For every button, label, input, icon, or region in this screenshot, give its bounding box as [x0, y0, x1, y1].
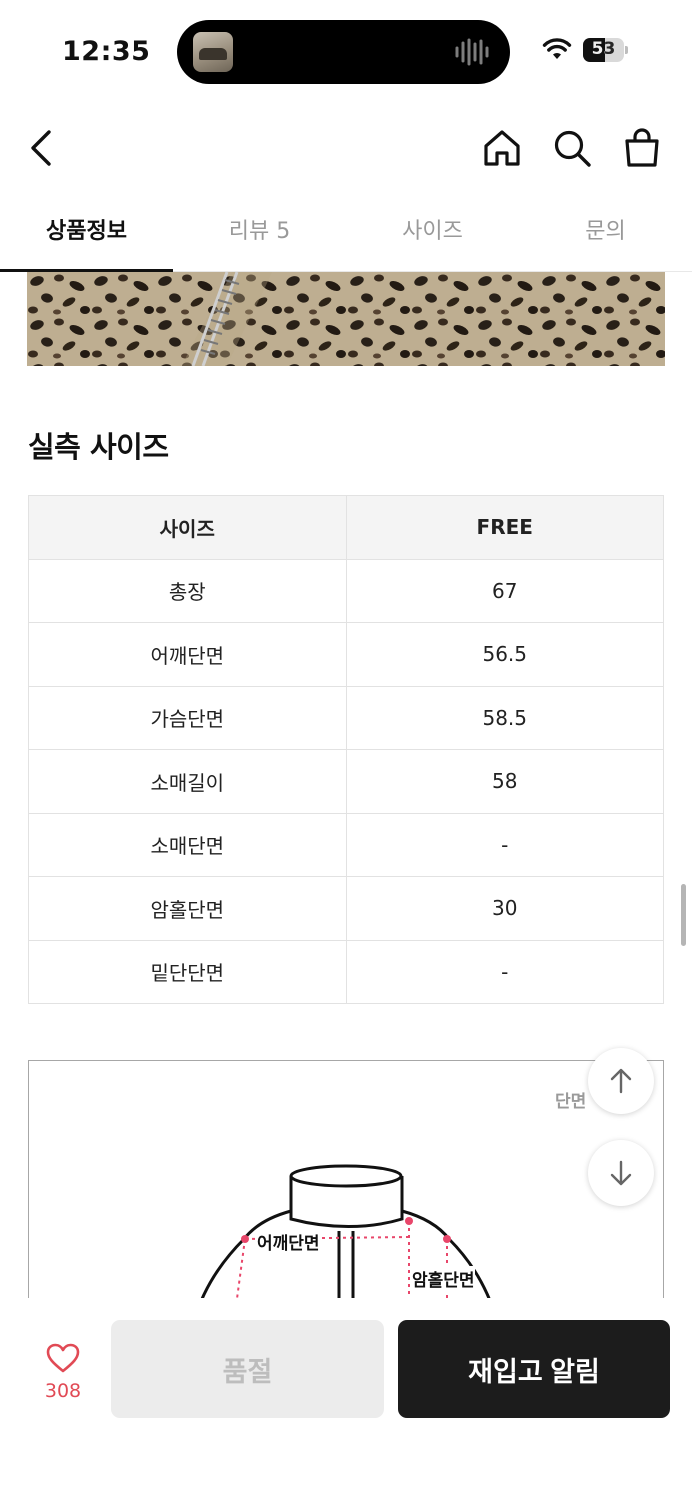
- row-value: 58: [345, 749, 664, 814]
- table-row: 소매단면 -: [28, 812, 664, 877]
- home-icon: [484, 130, 520, 166]
- row-label: 밑단단면: [28, 939, 347, 1004]
- row-label: 총장: [28, 558, 347, 623]
- tab-product-info[interactable]: 상품정보: [0, 198, 173, 272]
- cart-button[interactable]: [618, 124, 666, 172]
- tab-reviews[interactable]: 리뷰 5: [173, 198, 346, 271]
- row-label: 어깨단면: [28, 622, 347, 687]
- like-button[interactable]: 308: [30, 1342, 96, 1408]
- table-row: 총장 67: [28, 558, 664, 623]
- shopping-bag-icon: [625, 128, 659, 167]
- battery-icon: 53: [583, 38, 629, 62]
- scroll-top-button[interactable]: [588, 1048, 654, 1114]
- now-playing-artwork: [193, 32, 233, 72]
- like-count: 308: [44, 1380, 82, 1402]
- search-button[interactable]: [548, 124, 596, 172]
- row-label: 암홀단면: [28, 876, 347, 941]
- search-icon: [554, 130, 591, 167]
- soldout-button[interactable]: 품절: [111, 1320, 384, 1418]
- header-nav: [0, 110, 692, 186]
- product-tabs: 상품정보 리뷰 5 사이즈 문의: [0, 198, 692, 272]
- table-row: 암홀단면 30: [28, 876, 664, 941]
- diagram-shoulder-label: 어깨단면: [257, 1229, 320, 1254]
- row-value: -: [345, 812, 664, 877]
- battery-percent: 53: [591, 39, 616, 59]
- heart-icon: [46, 1343, 80, 1373]
- row-label: 소매단면: [28, 812, 347, 877]
- wifi-icon: [542, 38, 572, 59]
- row-value: 56.5: [345, 622, 664, 687]
- table-row: 소매길이 58: [28, 749, 664, 814]
- table-header-free: FREE: [345, 495, 664, 560]
- arrow-up-icon: [610, 1068, 632, 1094]
- table-header-size: 사이즈: [28, 495, 347, 560]
- scroll-bottom-button[interactable]: [588, 1140, 654, 1206]
- tab-inquiry[interactable]: 문의: [519, 198, 692, 271]
- arrow-down-icon: [610, 1160, 632, 1186]
- row-value: 58.5: [345, 685, 664, 750]
- audio-waveform-icon: [455, 38, 489, 66]
- size-guide-diagram: 단면 어깨단면 암홀단면: [28, 1060, 664, 1320]
- restock-alert-button[interactable]: 재입고 알림: [398, 1320, 670, 1418]
- row-value: 67: [345, 558, 664, 623]
- bottom-action-bar: 308 품절 재입고 알림: [0, 1298, 692, 1500]
- row-label: 가슴단면: [28, 685, 347, 750]
- product-detail-image: [27, 272, 665, 366]
- dynamic-island[interactable]: [177, 20, 510, 84]
- status-bar: 12:35 53: [0, 0, 692, 100]
- back-button[interactable]: [18, 124, 66, 172]
- size-table: 사이즈 FREE 총장 67 어깨단면 56.5 가슴단면 58.5 소매길이 …: [28, 495, 664, 1004]
- chevron-left-icon: [31, 130, 51, 166]
- home-button[interactable]: [478, 124, 526, 172]
- row-value: -: [345, 939, 664, 1004]
- scrollbar[interactable]: [681, 884, 686, 946]
- tab-size[interactable]: 사이즈: [346, 198, 519, 271]
- table-row: 밑단단면 -: [28, 939, 664, 1004]
- table-row: 어깨단면 56.5: [28, 622, 664, 687]
- status-time: 12:35: [62, 36, 151, 67]
- table-header-row: 사이즈 FREE: [28, 495, 664, 560]
- size-section-title: 실측 사이즈: [28, 430, 169, 464]
- diagram-armhole-label: 암홀단면: [412, 1266, 475, 1291]
- table-row: 가슴단면 58.5: [28, 685, 664, 750]
- row-label: 소매길이: [28, 749, 347, 814]
- row-value: 30: [345, 876, 664, 941]
